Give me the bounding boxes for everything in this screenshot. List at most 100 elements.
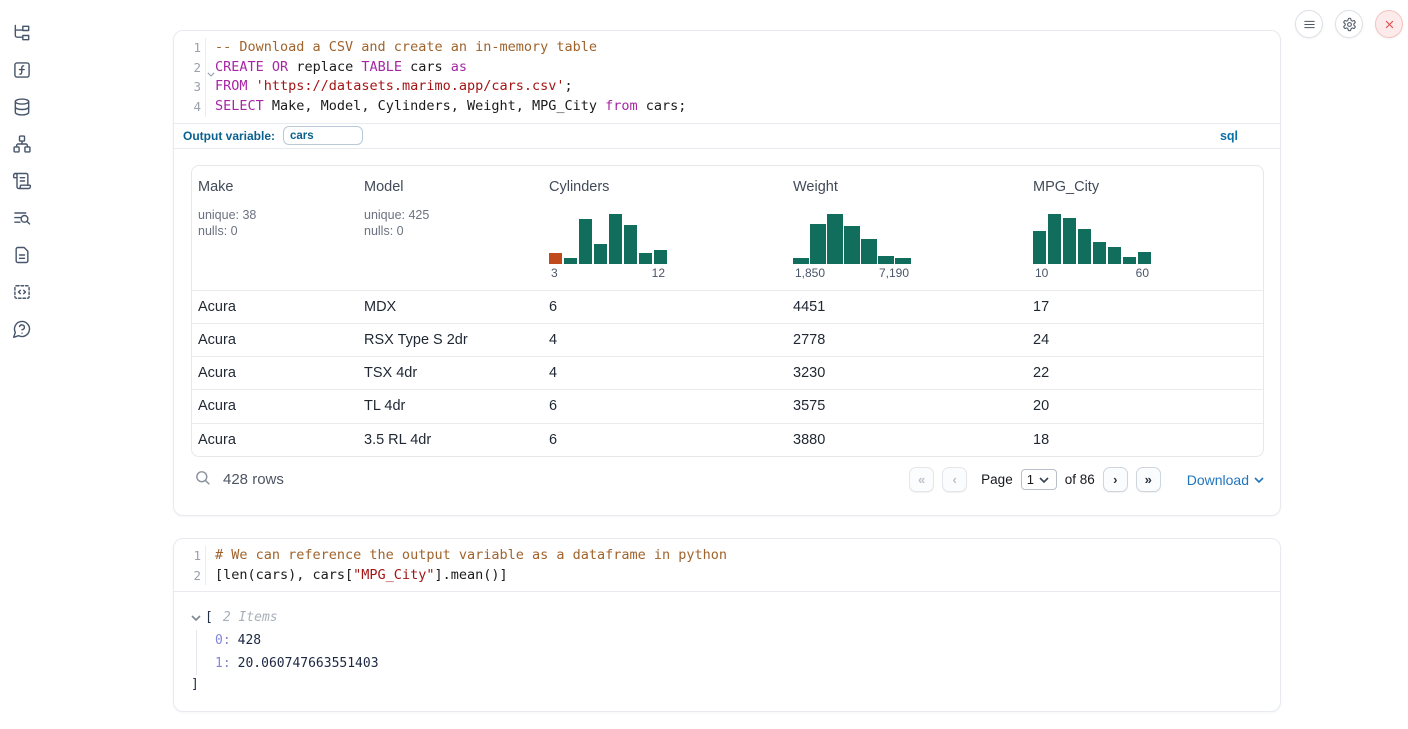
fold-chevron-icon[interactable] — [207, 63, 215, 71]
collapse-chevron-icon[interactable] — [191, 613, 201, 623]
scroll-text-icon[interactable] — [11, 170, 33, 192]
code-text[interactable]: FROM 'https://datasets.marimo.app/cars.c… — [206, 77, 1280, 97]
histogram-bar — [1078, 229, 1091, 264]
table-cell: 4 — [543, 332, 787, 348]
column-header-make[interactable]: Make unique: 38nulls: 0 — [192, 166, 358, 290]
table-cell: RSX Type S 2dr — [358, 332, 543, 348]
line-number: 1 — [174, 38, 206, 58]
settings-button[interactable] — [1335, 10, 1363, 38]
table-row[interactable]: AcuraTSX 4dr4323022 — [192, 356, 1263, 389]
page-label: Page — [981, 472, 1013, 487]
histogram-bar — [1123, 257, 1136, 264]
output-variable-input[interactable] — [283, 126, 363, 145]
rows-count: 428 rows — [223, 471, 284, 488]
table-cell: 22 — [1027, 365, 1263, 381]
histogram-bar — [579, 219, 592, 264]
help-icon[interactable] — [11, 318, 33, 340]
column-name: Make — [198, 179, 352, 195]
histogram-bar — [1063, 218, 1076, 264]
document-icon[interactable] — [11, 244, 33, 266]
sql-code-editor[interactable]: 1-- Download a CSV and create an in-memo… — [174, 31, 1280, 123]
table-cell: 3880 — [787, 432, 1027, 448]
python-cell: 1# We can reference the output variable … — [173, 538, 1281, 712]
code-line: 2[len(cars), cars["MPG_City"].mean()] — [174, 566, 1280, 586]
list-search-icon[interactable] — [11, 207, 33, 229]
dependency-graph-icon[interactable] — [11, 133, 33, 155]
pagination: « ‹ Page 1 of 86 › » Download — [909, 467, 1264, 492]
window-controls — [1295, 10, 1403, 38]
table-cell: TSX 4dr — [358, 365, 543, 381]
table-cell: Acura — [192, 332, 358, 348]
code-line: 1# We can reference the output variable … — [174, 546, 1280, 566]
column-header-model[interactable]: Model unique: 425nulls: 0 — [358, 166, 543, 290]
table-header: Make unique: 38nulls: 0 Model unique: 425nu… — [192, 166, 1263, 290]
open-bracket: [ — [205, 608, 213, 628]
download-button[interactable]: Download — [1187, 472, 1264, 488]
close-button[interactable] — [1375, 10, 1403, 38]
column-name: MPG_City — [1033, 179, 1257, 195]
histogram-bar — [844, 226, 860, 264]
table-cell: Acura — [192, 299, 358, 315]
line-number: 2 — [174, 58, 206, 78]
next-page-button[interactable]: › — [1103, 467, 1128, 492]
line-number: 2 — [174, 566, 206, 586]
close-icon — [1382, 17, 1397, 32]
histogram-bar — [827, 214, 843, 264]
search-icon[interactable] — [194, 469, 211, 491]
table-cell: TL 4dr — [358, 398, 543, 414]
menu-button[interactable] — [1295, 10, 1323, 38]
table-cell: 6 — [543, 432, 787, 448]
column-header-cylinders[interactable]: Cylinders312 — [543, 166, 787, 290]
file-tree-icon[interactable] — [11, 22, 33, 44]
column-header-weight[interactable]: Weight 1,8507,190 — [787, 166, 1027, 290]
table-row[interactable]: AcuraRSX Type S 2dr4277824 — [192, 323, 1263, 356]
table-row[interactable]: AcuraTL 4dr6357520 — [192, 389, 1263, 422]
code-line: 3FROM 'https://datasets.marimo.app/cars.… — [174, 77, 1280, 97]
histogram-bar — [624, 225, 637, 264]
table-row[interactable]: AcuraMDX6445117 — [192, 290, 1263, 323]
language-badge: sql — [1220, 129, 1238, 143]
column-histogram: 1060 — [1033, 211, 1151, 280]
last-page-button[interactable]: » — [1136, 467, 1161, 492]
menu-icon — [1302, 17, 1317, 32]
table-cell: 3.5 RL 4dr — [358, 432, 543, 448]
histogram-bar — [1048, 214, 1061, 264]
histogram-bar — [1033, 231, 1046, 264]
code-text[interactable]: -- Download a CSV and create an in-memor… — [206, 38, 1280, 58]
column-stats: unique: 38nulls: 0 — [198, 207, 352, 239]
histogram-bar — [793, 258, 809, 264]
table-cell: 24 — [1027, 332, 1263, 348]
database-icon[interactable] — [11, 96, 33, 118]
code-text[interactable]: SELECT Make, Model, Cylinders, Weight, M… — [206, 97, 1280, 117]
code-text[interactable]: CREATE OR replace TABLE cars as — [206, 58, 1280, 78]
python-code-editor[interactable]: 1# We can reference the output variable … — [174, 539, 1280, 591]
column-stats: unique: 425nulls: 0 — [364, 207, 537, 239]
list-item: 0:428 — [215, 630, 1264, 653]
column-header-mpg_city[interactable]: MPG_City 1060 — [1027, 166, 1263, 290]
histogram-bar — [1138, 252, 1151, 264]
histogram-bar — [1093, 242, 1106, 264]
code-text[interactable]: # We can reference the output variable a… — [206, 546, 1280, 566]
table-cell: 18 — [1027, 432, 1263, 448]
table-cell: 6 — [543, 398, 787, 414]
histogram-bar — [810, 224, 826, 264]
code-text[interactable]: [len(cars), cars["MPG_City"].mean()] — [206, 566, 1280, 586]
page-total-label: of 86 — [1065, 472, 1095, 487]
table-cell: 20 — [1027, 398, 1263, 414]
snippets-icon[interactable] — [11, 281, 33, 303]
code-line: 2CREATE OR replace TABLE cars as — [174, 58, 1280, 78]
prev-page-button[interactable]: ‹ — [942, 467, 967, 492]
first-page-button[interactable]: « — [909, 467, 934, 492]
histogram-range-labels: 1,8507,190 — [793, 264, 911, 280]
table-cell: Acura — [192, 398, 358, 414]
column-name: Weight — [793, 179, 1021, 195]
close-bracket: ] — [191, 675, 1264, 695]
table-footer: 428 rows « ‹ Page 1 of 86 › » Download — [174, 457, 1280, 507]
code-line: 4SELECT Make, Model, Cylinders, Weight, … — [174, 97, 1280, 117]
table-cell: 2778 — [787, 332, 1027, 348]
histogram-range-labels: 1060 — [1033, 264, 1151, 280]
column-name: Model — [364, 179, 537, 195]
page-select[interactable]: 1 — [1021, 469, 1057, 490]
function-square-icon[interactable] — [11, 59, 33, 81]
table-row[interactable]: Acura3.5 RL 4dr6388018 — [192, 423, 1263, 456]
